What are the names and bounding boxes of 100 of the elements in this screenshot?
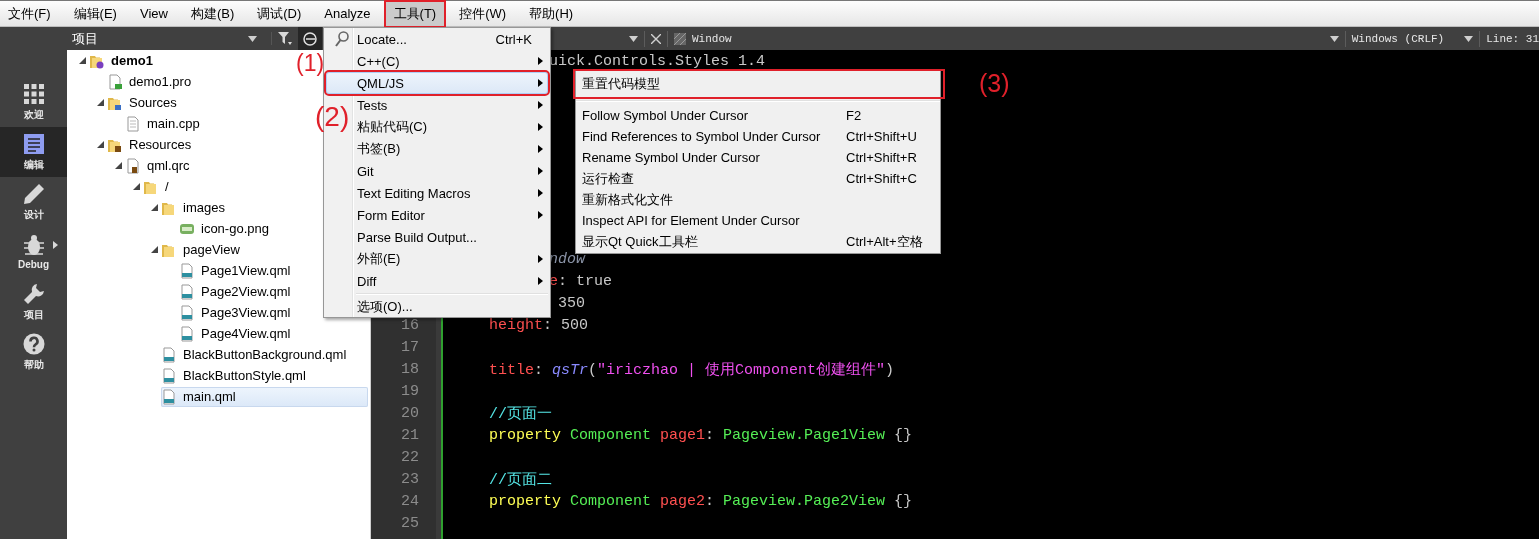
code-line: 350 [557,294,585,312]
tree-item[interactable]: demo1.pro [107,71,196,92]
menu-item[interactable]: Form Editor [326,204,548,226]
line-number: 21 [401,426,419,444]
pencil-icon [22,182,45,205]
tree-item[interactable]: qml.qrc [125,155,194,176]
tree-item[interactable]: Page1View.qml [179,260,295,281]
submenu-arrow-icon [537,79,543,87]
tree-item[interactable]: BlackButtonStyle.qml [161,365,310,386]
expand-arrow-icon[interactable] [78,57,86,64]
mode-button[interactable]: 编辑 [0,127,67,177]
expand-arrow-icon[interactable] [114,162,122,169]
menu-item[interactable]: Diff [326,270,548,292]
menu-item[interactable]: Parse Build Output... [326,226,548,248]
line-ending-dropdown[interactable]: Windows (CRLF) [1351,32,1445,45]
menu-bar-item[interactable]: 调试(D) [249,1,310,26]
menu-item[interactable]: Rename Symbol Under Cursor Ctrl+Shift+R [576,147,940,168]
tree-item[interactable]: pageView [161,239,244,260]
file-icon [161,367,177,384]
tree-item[interactable]: main.cpp [125,113,204,134]
file-icon [125,157,141,174]
bug-icon [22,234,45,256]
line-number: 22 [401,448,419,466]
line-number: 24 [401,492,419,510]
expand-arrow-icon[interactable] [132,183,140,190]
tree-item[interactable]: / [143,176,173,197]
tree-item[interactable]: images [161,197,229,218]
menu-bar-item[interactable]: 构建(B) [182,1,243,26]
menu-item[interactable]: Follow Symbol Under Cursor F2 [576,105,940,126]
line-number: 16 [401,316,419,334]
submenu-arrow-icon [537,101,543,109]
expand-arrow-icon[interactable] [150,246,158,253]
mode-button[interactable]: Debug [0,227,67,277]
expand-arrow-icon[interactable] [96,99,104,106]
menu-item[interactable]: QML/JS [326,72,548,94]
menu-item[interactable]: C++(C) [326,50,548,72]
annotation-label: (2) [315,101,350,133]
caret-icon[interactable] [1464,35,1474,42]
annotation-label: (3) [979,69,1010,98]
menu-item[interactable]: 显示Qt Quick工具栏 Ctrl+Alt+空格 [576,231,940,252]
menu-item[interactable]: 书签(B) [326,138,548,160]
tree-item[interactable]: Sources [107,92,181,113]
menu-bar-item[interactable]: Analyze [316,1,379,26]
menu-item[interactable]: Find References to Symbol Under Cursor Ctrl+Shift+U [576,126,940,147]
code-line: //页面二 [489,470,552,489]
menu-bar-item[interactable]: 编辑(E) [65,1,125,26]
expand-arrow-icon[interactable] [150,204,158,211]
tree-item[interactable]: BlackButtonBackground.qml [161,344,351,365]
menu-item[interactable]: 重置代码模型 [576,72,942,96]
tree-item[interactable]: icon-go.png [179,218,273,239]
submenu-arrow-icon [537,123,543,131]
menu-item[interactable]: Locate... Ctrl+K [326,28,548,50]
cursor-position[interactable]: Line: 31 [1486,32,1539,45]
menu-bar-item[interactable]: 工具(T) [385,1,445,26]
mode-button[interactable]: 帮助 [0,327,67,377]
line-number: 25 [401,514,419,532]
submenu-arrow-icon [537,211,543,219]
hatched-square-icon [674,32,686,45]
caret-icon[interactable] [629,35,638,42]
code-line: title: qsTr("iriczhao | 使用Component创建组件") [489,360,895,379]
mode-button[interactable]: 项目 [0,277,67,327]
expand-arrow-icon[interactable] [96,141,104,148]
menu-item[interactable]: 重新格式化文件 [576,189,940,210]
tree-item[interactable]: Resources [107,134,196,155]
tree-item[interactable]: Page2View.qml [179,281,295,302]
submenu-arrow-icon [537,189,543,197]
menu-item[interactable]: 选项(O)... [326,297,548,317]
menu-item[interactable]: Text Editing Macros [326,182,548,204]
code-line: ndow [549,250,585,268]
submenu-arrow-icon [537,167,543,175]
submenu-arrow-icon [537,277,543,285]
menu-bar-item[interactable]: 控件(W) [451,1,515,26]
menu-item[interactable]: Git [326,160,548,182]
caret-icon[interactable] [1329,35,1339,42]
symbol-dropdown[interactable]: Window [692,32,732,45]
mode-button[interactable]: 欢迎 [0,77,67,127]
menu-item[interactable]: 运行检查 Ctrl+Shift+C [576,168,940,189]
expand-arrow-icon [52,241,58,249]
menu-item[interactable]: 外部(E) [326,248,548,270]
tree-item[interactable]: main.qml [161,386,368,407]
menu-bar-item[interactable]: 文件(F) [0,1,59,26]
link-icon[interactable] [303,31,317,46]
annotation-label: (1) [296,50,325,77]
code-line: height: 500 [489,316,589,334]
file-icon [125,115,141,132]
file-icon [161,346,177,363]
submenu-arrow-icon [537,145,543,153]
help-icon [22,332,45,355]
close-icon[interactable] [651,33,661,44]
filter-icon[interactable] [271,32,292,45]
tree-item[interactable]: Page4View.qml [179,323,295,344]
tree-item[interactable]: demo1 [89,50,157,71]
tree-item[interactable]: Page3View.qml [179,302,295,323]
code-line: //页面一 [489,404,552,423]
line-number: 17 [401,338,419,356]
menu-bar-item[interactable]: 帮助(H) [521,1,582,26]
mode-button[interactable]: 设计 [0,177,67,227]
menu-bar-item[interactable]: View [131,1,176,26]
caret-icon[interactable] [248,35,257,42]
menu-item[interactable]: Inspect API for Element Under Cursor [576,210,940,231]
